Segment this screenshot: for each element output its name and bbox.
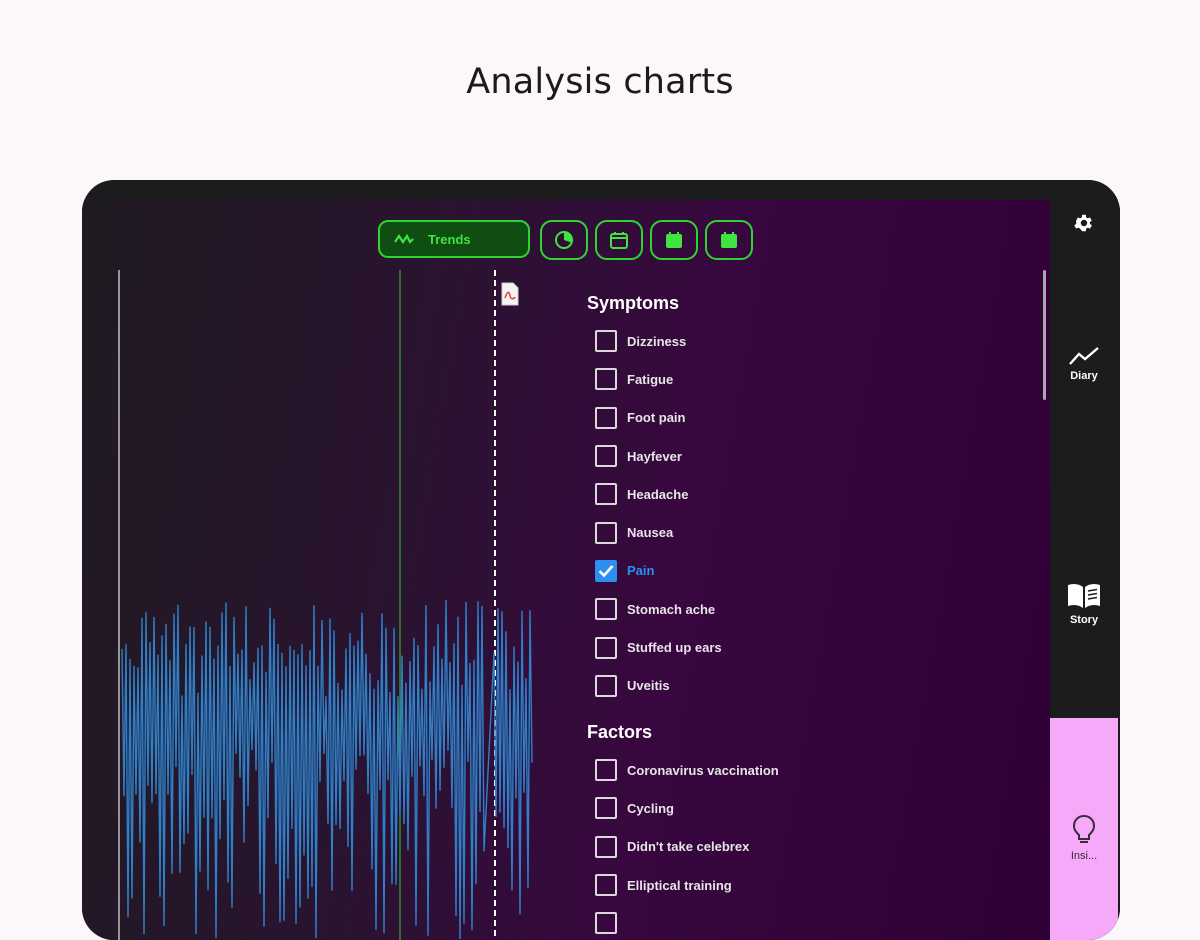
tab-calendar-year[interactable] <box>705 220 753 260</box>
factor-label: Cycling <box>627 800 674 816</box>
factor-item[interactable]: Coronavirus vaccination <box>587 751 1027 789</box>
checkbox[interactable] <box>595 797 617 820</box>
checkbox-checked[interactable] <box>595 559 617 582</box>
checkbox[interactable] <box>595 912 617 935</box>
page-caption: Analysis charts <box>466 62 734 102</box>
symptom-item[interactable]: Dizziness <box>587 322 1027 360</box>
nav-story-label: Story <box>1069 614 1099 626</box>
tab-calendar-week[interactable] <box>595 220 643 260</box>
settings-button[interactable] <box>1050 212 1118 234</box>
list-scrollbar[interactable] <box>1043 270 1046 400</box>
symptom-item[interactable]: Fatigue <box>587 360 1027 398</box>
symptoms-title: Symptoms <box>587 293 680 313</box>
factor-label: Coronavirus vaccination <box>627 762 779 778</box>
pain-series-line <box>121 599 533 940</box>
calendar-filled-icon <box>721 232 737 248</box>
checkbox[interactable] <box>595 406 617 429</box>
nav-insights-active[interactable]: Insi... <box>1050 718 1118 940</box>
checkbox[interactable] <box>595 598 617 621</box>
symptom-label: Dizziness <box>627 333 687 349</box>
symptom-item-pain[interactable]: Pain <box>587 552 1027 590</box>
factors-list: Coronavirus vaccination Cycling Didn't t… <box>587 751 1027 940</box>
symptom-label: Pain <box>627 563 655 579</box>
side-navigation: Diary Story Insi... <box>1050 180 1120 940</box>
nav-story[interactable]: Story <box>1050 582 1118 626</box>
nav-insights-label: Insi... <box>1070 850 1098 862</box>
main-area: Trends Symptoms Dizziness Fatigue Foot p… <box>82 200 1050 940</box>
nav-diary-label: Diary <box>1070 370 1098 382</box>
symptom-label: Fatigue <box>627 371 674 387</box>
tab-calendar-month[interactable] <box>650 220 698 260</box>
symptom-label: Nausea <box>627 525 674 541</box>
calendar-outline-icon <box>610 232 628 249</box>
checkbox[interactable] <box>595 483 617 506</box>
symptom-label: Headache <box>627 486 689 502</box>
factor-label: Didn't take celebrex <box>627 839 750 855</box>
factor-label: Elliptical training <box>627 877 732 893</box>
symptom-item[interactable]: Uveitis <box>587 667 1027 705</box>
trends-wave-icon <box>394 233 414 244</box>
factor-item[interactable]: Elliptical training <box>587 866 1027 904</box>
tab-distribution[interactable] <box>540 220 588 260</box>
symptom-item[interactable]: Headache <box>587 475 1027 513</box>
lightbulb-icon <box>1072 814 1096 843</box>
pdf-export-icon[interactable] <box>500 282 520 311</box>
checkmark-icon <box>598 565 614 578</box>
factor-item[interactable]: Cycling <box>587 789 1027 827</box>
checkbox[interactable] <box>595 874 617 896</box>
symptoms-list: Dizziness Fatigue Foot pain Hayfever Hea… <box>587 322 1027 705</box>
book-icon <box>1068 583 1100 608</box>
symptom-item[interactable]: Hayfever <box>587 437 1027 475</box>
filter-panel: Symptoms Dizziness Fatigue Foot pain Hay… <box>587 288 1027 940</box>
symptom-item[interactable]: Foot pain <box>587 399 1027 437</box>
symptom-label: Hayfever <box>627 448 682 464</box>
gear-icon <box>1074 214 1092 232</box>
tab-trends-label: Trends <box>428 231 471 247</box>
checkbox[interactable] <box>595 521 617 544</box>
checkbox[interactable] <box>595 330 617 353</box>
trend-line-icon <box>1069 347 1099 365</box>
checkbox[interactable] <box>595 674 617 697</box>
symptom-label: Stomach ache <box>627 601 716 617</box>
factor-item[interactable]: Didn't take celebrex <box>587 828 1027 866</box>
checkbox[interactable] <box>595 759 617 782</box>
nav-diary[interactable]: Diary <box>1050 346 1118 382</box>
tab-trends[interactable]: Trends <box>378 220 530 258</box>
symptom-item[interactable]: Stomach ache <box>587 590 1027 628</box>
checkbox[interactable] <box>595 368 617 391</box>
factors-title: Factors <box>587 721 653 742</box>
factor-item[interactable] <box>587 904 1027 940</box>
checkbox[interactable] <box>595 445 617 468</box>
checkbox[interactable] <box>595 835 617 858</box>
pie-chart-icon <box>555 231 573 249</box>
symptom-label: Stuffed up ears <box>627 640 722 656</box>
symptom-item[interactable]: Nausea <box>587 513 1027 551</box>
symptom-item[interactable]: Stuffed up ears <box>587 628 1027 666</box>
checkbox[interactable] <box>595 636 617 659</box>
symptom-label: Foot pain <box>627 410 686 426</box>
trend-chart <box>118 270 533 940</box>
symptom-label: Uveitis <box>627 678 670 694</box>
device-frame: Trends Symptoms Dizziness Fatigue Foot p… <box>82 180 1120 940</box>
calendar-filled-icon <box>666 232 682 248</box>
